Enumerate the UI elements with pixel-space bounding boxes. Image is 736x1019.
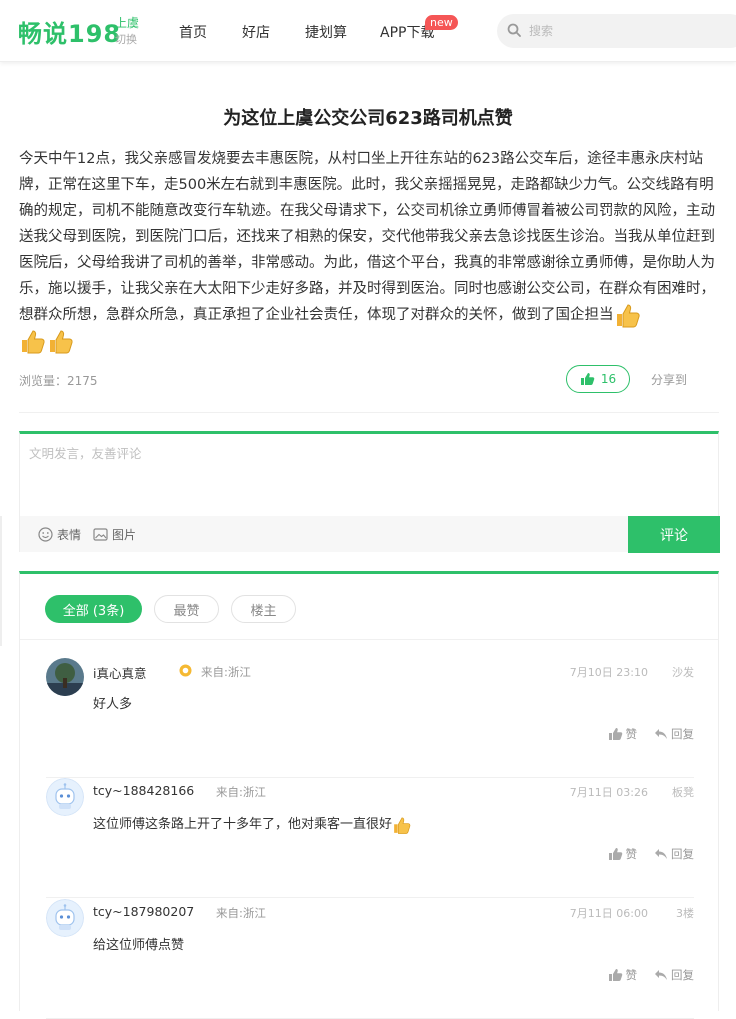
comment-location: 来自:浙江 <box>216 906 266 920</box>
top-header: 畅说198 上虞 切换 首页 好店 捷划算 APP下载 new <box>0 0 736 62</box>
article-title: 为这位上虞公交公司623路司机点赞 <box>223 108 513 129</box>
comment-text-body: 这位师傅这条路上开了十多年了，他对乘客一直很好 <box>93 817 393 832</box>
comment-location: 来自:浙江 <box>216 785 266 799</box>
city-name: 上虞 <box>115 16 140 30</box>
comment-reply-button[interactable]: 回复 <box>654 846 694 862</box>
filter-top-liked-tab[interactable]: 最赞 <box>154 595 219 623</box>
nav-deals[interactable]: 捷划算 <box>305 22 347 42</box>
comment-floor: 沙发 <box>672 666 694 679</box>
nav-home[interactable]: 首页 <box>179 22 207 42</box>
thumbs-up-emoji-icon <box>394 816 411 834</box>
image-label: 图片 <box>112 528 137 542</box>
comment-text: 好人多 <box>93 697 133 712</box>
comment-like-button[interactable]: 赞 <box>608 967 638 983</box>
reply-label: 回复 <box>671 968 694 982</box>
share-link[interactable]: 分享到 <box>651 371 687 388</box>
thumbs-up-emoji-icon <box>22 330 45 354</box>
comment-input[interactable] <box>20 434 718 516</box>
reply-label: 回复 <box>671 727 694 741</box>
smiley-icon <box>38 527 53 542</box>
reply-icon <box>655 970 667 980</box>
article-like-button[interactable]: 16 <box>566 365 630 393</box>
comment-text: 给这位师傅点赞 <box>93 938 185 953</box>
search-input[interactable] <box>529 21 729 41</box>
reply-icon <box>655 849 667 859</box>
divider <box>20 639 718 640</box>
divider <box>19 412 719 413</box>
search-icon <box>507 23 521 37</box>
thumbs-up-icon <box>608 728 622 740</box>
comment-like-button[interactable]: 赞 <box>608 846 638 862</box>
article-body: 今天中午12点，我父亲感冒发烧要去丰惠医院，从村口坐上开往东站的623路公交车后… <box>19 146 721 354</box>
comment-username[interactable]: tcy~188428166 <box>93 783 194 798</box>
comment-reply-button[interactable]: 回复 <box>654 967 694 983</box>
filter-host-tab[interactable]: 楼主 <box>231 595 296 623</box>
comment-item: tcy~188428166 来自:浙江 7月11日 03:26 板凳 这位师傅这… <box>46 778 694 898</box>
like-count: 16 <box>600 372 617 386</box>
comment-item: i真心真意 来自:浙江 7月10日 23:10 沙发 好人多 赞 回复 <box>46 658 694 778</box>
thumbs-up-icon <box>608 848 622 860</box>
comment-username[interactable]: tcy~187980207 <box>93 904 194 919</box>
side-decoration <box>0 516 2 646</box>
search-box[interactable] <box>497 14 736 48</box>
emoji-button[interactable]: 表情 <box>38 526 81 543</box>
thumbs-up-emoji-icon <box>616 304 640 328</box>
comment-item: tcy~187980207 来自:浙江 7月11日 06:00 3楼 给这位师傅… <box>46 899 694 1019</box>
avatar[interactable] <box>46 778 84 816</box>
comment-floor: 3楼 <box>676 907 694 920</box>
comment-like-button[interactable]: 赞 <box>608 726 638 742</box>
avatar[interactable] <box>46 899 84 937</box>
view-count: 浏览量：2175 <box>19 374 98 388</box>
like-label: 赞 <box>625 727 638 741</box>
comment-time: 7月10日 23:10 <box>569 666 648 679</box>
image-button[interactable]: 图片 <box>93 526 136 543</box>
like-label: 赞 <box>625 968 638 982</box>
comment-reply-button[interactable]: 回复 <box>654 726 694 742</box>
comment-username[interactable]: i真心真意 <box>93 663 146 682</box>
submit-comment-button[interactable]: 评论 <box>628 516 720 553</box>
thumbs-up-icon <box>580 373 595 385</box>
thumbs-up-emoji-icon <box>50 330 73 354</box>
city-switch-link[interactable]: 切换 <box>115 31 137 47</box>
site-logo[interactable]: 畅说198 <box>18 14 121 49</box>
comment-floor: 板凳 <box>672 786 694 799</box>
nav-shops[interactable]: 好店 <box>242 22 270 42</box>
thumbs-up-icon <box>608 969 622 981</box>
new-badge: new <box>425 15 458 30</box>
emoji-label: 表情 <box>57 528 82 542</box>
filter-all-tab[interactable]: 全部 (3条) <box>45 595 142 623</box>
reply-label: 回复 <box>671 847 694 861</box>
avatar[interactable] <box>46 658 84 696</box>
comment-toolbar: 表情 图片 <box>20 516 628 552</box>
comment-location: 来自:浙江 <box>201 665 251 679</box>
comment-time: 7月11日 03:26 <box>569 786 648 799</box>
image-icon <box>93 528 108 541</box>
member-badge-icon <box>179 664 192 677</box>
comment-time: 7月11日 06:00 <box>569 907 648 920</box>
article-text: 今天中午12点，我父亲感冒发烧要去丰惠医院，从村口坐上开往东站的623路公交车后… <box>19 151 715 323</box>
like-label: 赞 <box>625 847 638 861</box>
divider <box>46 897 694 898</box>
comment-list: 全部 (3条) 最赞 楼主 i真心真意 来自:浙江 7月10日 23:10 沙发… <box>19 571 719 1019</box>
reply-icon <box>655 729 667 739</box>
comment-text: 这位师傅这条路上开了十多年了，他对乘客一直很好 <box>93 813 412 835</box>
comment-form: 表情 图片 评论 <box>19 431 720 553</box>
